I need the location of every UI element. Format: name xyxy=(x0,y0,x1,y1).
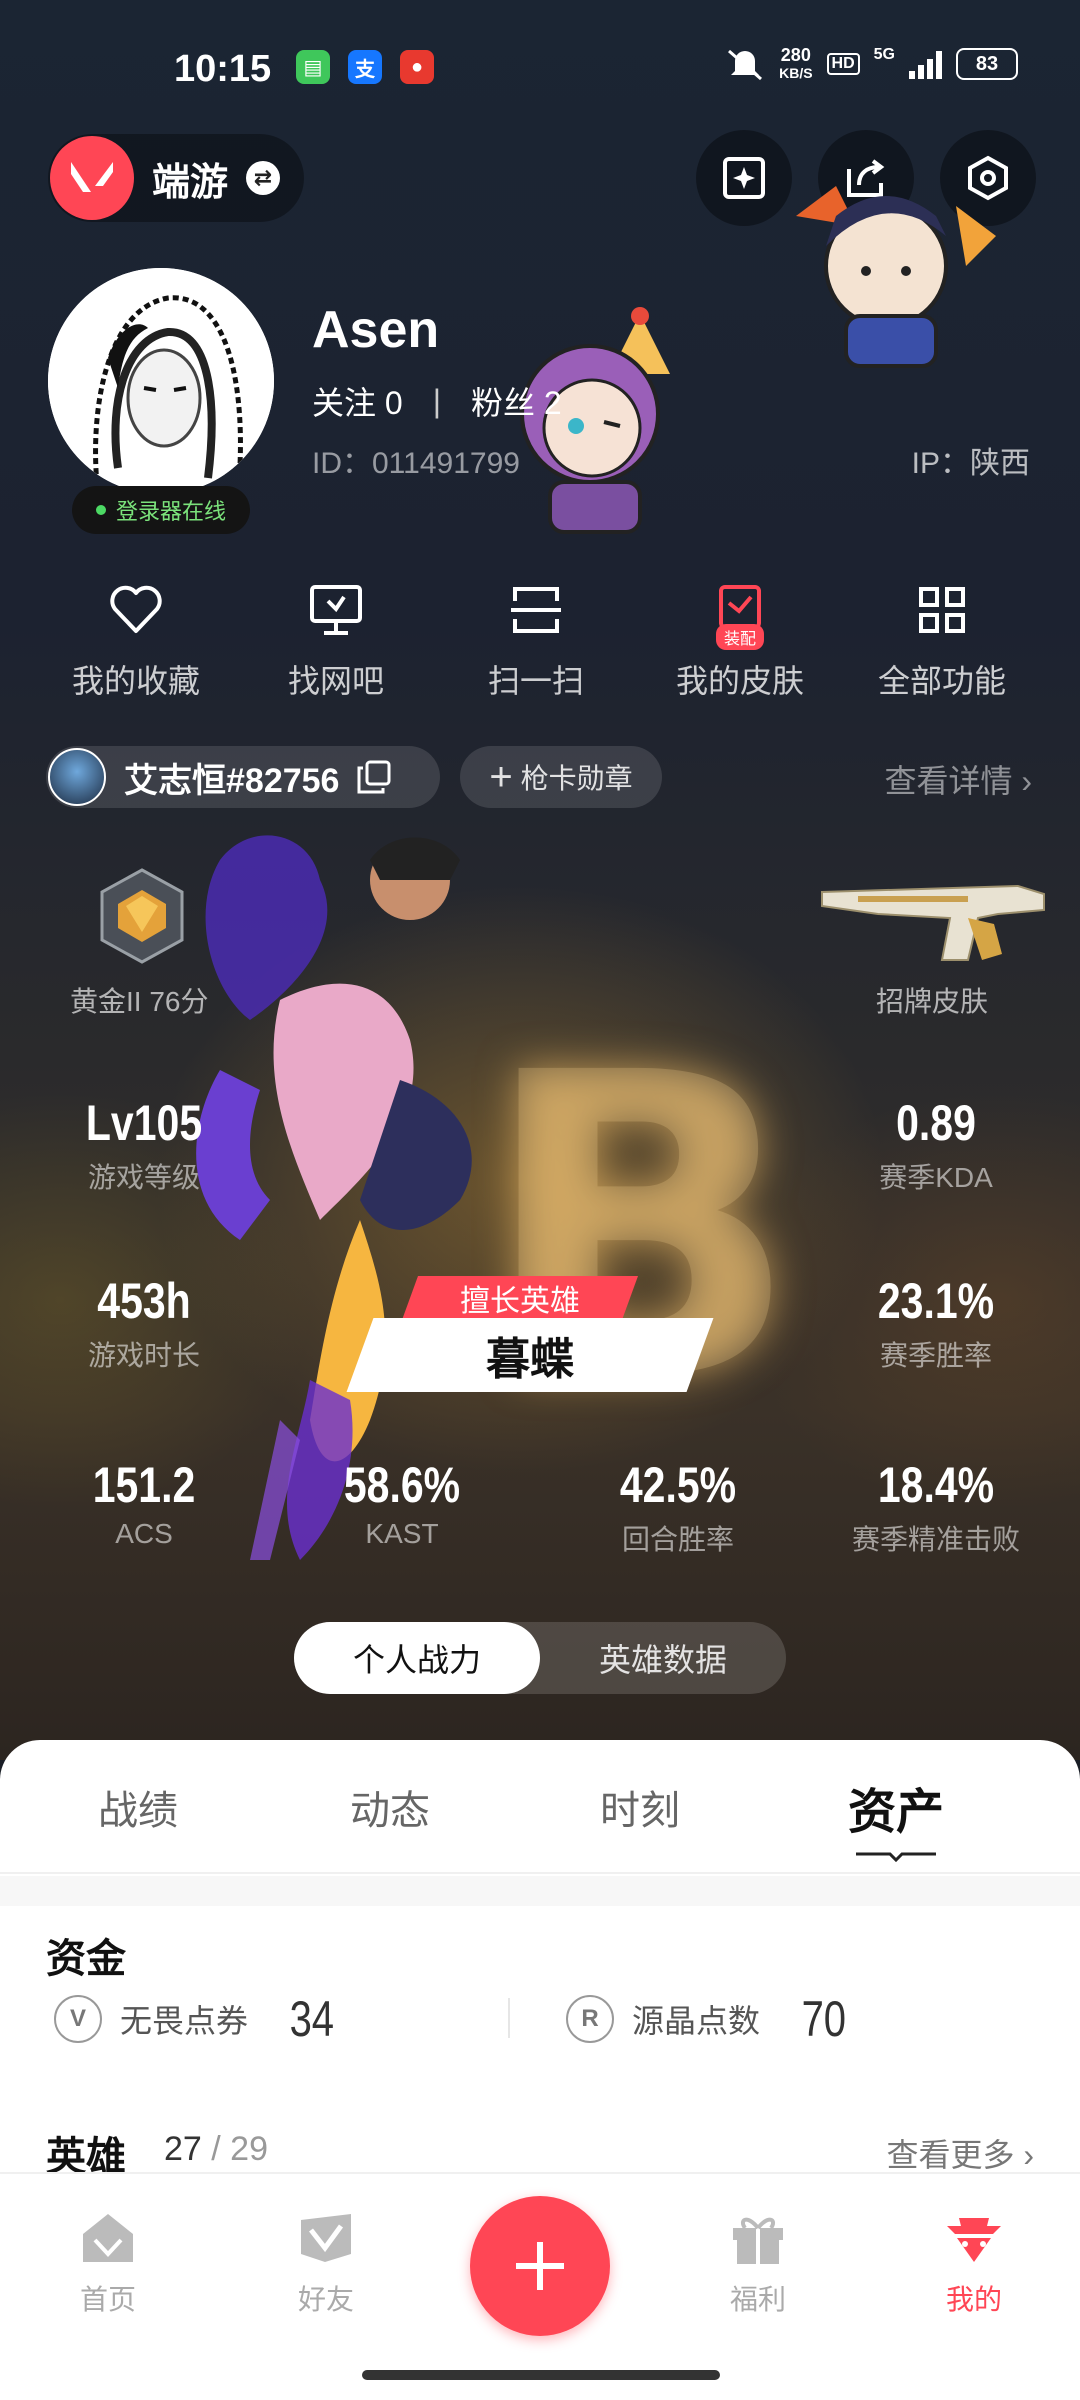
copy-icon[interactable] xyxy=(357,760,391,794)
segment-heroes[interactable]: 英雄数据 xyxy=(540,1622,786,1694)
stat-kda: 0.89 赛季KDA xyxy=(879,1095,993,1193)
heart-icon xyxy=(110,585,162,633)
app-notification-icon: ● xyxy=(400,50,434,84)
profile-tabs: 战绩 动态 时刻 资产 xyxy=(0,1740,1080,1874)
radianite-points-icon: R xyxy=(566,1995,614,2043)
fans-count[interactable]: 粉丝 2 xyxy=(471,378,562,424)
nav-benefits[interactable]: 福利 xyxy=(688,2210,828,2318)
quick-favorites[interactable]: 我的收藏 xyxy=(36,580,236,702)
riot-avatar xyxy=(48,748,106,806)
stat-acs: 151.2 ACS xyxy=(92,1457,196,1549)
friends-icon xyxy=(301,2214,351,2262)
user-id: ID：011491799 xyxy=(312,447,520,480)
quick-all-features[interactable]: 全部功能 xyxy=(842,580,1042,702)
app-switcher[interactable]: 端游 ⇄ xyxy=(48,134,304,222)
chevron-right-icon: › xyxy=(1021,763,1032,799)
nav-home[interactable]: 首页 xyxy=(38,2210,178,2318)
status-bar: 10:15 ▤ 支 ● 280 KB/S HD 5G 83 xyxy=(0,0,1080,120)
follow-row: 关注 0 | 粉丝 2 xyxy=(312,378,562,424)
best-agent-tag[interactable]: 擅长英雄 暮蝶 xyxy=(346,1276,714,1392)
following-count[interactable]: 关注 0 xyxy=(312,378,403,424)
weapon-skin-image[interactable] xyxy=(818,874,1050,964)
valorant-logo-icon xyxy=(50,136,134,220)
quick-scan[interactable]: 扫一扫 xyxy=(436,580,636,702)
plus-icon xyxy=(516,2242,564,2290)
segment-personal[interactable]: 个人战力 xyxy=(294,1622,540,1694)
network-type: 5G xyxy=(873,46,895,63)
section-divider xyxy=(0,1876,1080,1906)
sparkle-card-icon xyxy=(723,157,765,199)
bottom-navigation: 首页 好友 福利 我的 xyxy=(0,2172,1080,2400)
net-speed: 280 KB/S xyxy=(779,45,813,81)
stat-level: Lv105 游戏等级 xyxy=(85,1095,203,1193)
fund-divider xyxy=(508,1998,510,2038)
app-name: 端游 xyxy=(152,161,229,204)
launcher-online-badge: 登录器在线 xyxy=(72,486,251,534)
nav-me[interactable]: 我的 xyxy=(904,2210,1044,2318)
rank-gold-badge-icon xyxy=(100,868,184,964)
stat-kast: 58.6% KAST xyxy=(343,1457,461,1549)
riot-id: 艾志恒#82756 xyxy=(124,761,340,800)
mute-icon xyxy=(728,49,763,81)
plus-icon: + xyxy=(489,754,513,799)
stat-round-win: 42.5% 回合胜率 xyxy=(619,1457,737,1555)
view-detail-link[interactable]: 查看详情 › xyxy=(884,756,1032,802)
nav-friends[interactable]: 好友 xyxy=(256,2210,396,2318)
user-avatar[interactable] xyxy=(48,268,274,494)
stat-winrate: 23.1% 赛季胜率 xyxy=(877,1273,995,1371)
user-ip: IP：陕西 xyxy=(911,447,1030,480)
funds-title: 资金 xyxy=(46,1937,126,1981)
equip-tag: 装配 xyxy=(715,624,765,650)
profile-agent-icon xyxy=(947,2218,1001,2262)
fund-rp: R 源晶点数 70 xyxy=(566,1990,852,2048)
messages-icon: ▤ xyxy=(296,50,330,84)
stats-segmented-control: 个人战力 英雄数据 xyxy=(294,1622,786,1694)
tab-feed[interactable]: 动态 xyxy=(290,1778,490,1836)
grid-icon xyxy=(919,587,965,633)
online-dot xyxy=(96,505,106,515)
vp-value: 34 xyxy=(289,1991,335,2047)
tab-moments[interactable]: 时刻 xyxy=(540,1778,740,1836)
riot-id-pill[interactable]: 艾志恒#82756 xyxy=(46,746,440,808)
home-indicator xyxy=(362,2370,720,2380)
battery-indicator: 83 xyxy=(956,48,1018,80)
quick-actions: 我的收藏 找网吧 扫一扫 装配 我的皮肤 全部功能 xyxy=(0,580,1080,710)
monitor-icon xyxy=(310,585,362,635)
status-time: 10:15 xyxy=(174,48,272,90)
swap-icon: ⇄ xyxy=(246,161,281,195)
home-icon xyxy=(83,2214,133,2262)
alipay-icon: 支 xyxy=(348,50,382,84)
stat-hours: 453h 游戏时长 xyxy=(87,1273,200,1371)
best-agent-name: 暮蝶 xyxy=(486,1335,574,1384)
active-tab-indicator xyxy=(856,1852,936,1862)
username: Asen xyxy=(312,301,440,359)
valorant-points-icon: V xyxy=(54,1995,102,2043)
avatar-sketch-image xyxy=(48,268,274,494)
heroes-count: 27 / 29 xyxy=(164,2130,268,2168)
rank-label: 黄金II 76分 xyxy=(70,986,209,1017)
gift-icon xyxy=(733,2217,783,2264)
tab-assets[interactable]: 资产 xyxy=(796,1772,996,1842)
scan-icon xyxy=(511,587,561,633)
stat-precision: 18.4% 赛季精准击败 xyxy=(851,1457,1020,1555)
see-more-heroes-link[interactable]: 查看更多 › xyxy=(886,2130,1034,2176)
create-post-button[interactable] xyxy=(470,2196,610,2336)
tab-records[interactable]: 战绩 xyxy=(38,1778,238,1836)
skin-label: 招牌皮肤 xyxy=(876,986,989,1017)
fund-vp: V 无畏点券 34 xyxy=(54,1990,340,2048)
quick-my-skins[interactable]: 装配 我的皮肤 xyxy=(640,580,840,702)
best-agent-label: 擅长英雄 xyxy=(460,1285,580,1318)
chibi-sticker-top-right xyxy=(796,186,996,368)
hd-badge: HD xyxy=(826,53,860,75)
card-medal-button[interactable]: + 枪卡勋章 xyxy=(460,746,662,808)
rp-value: 70 xyxy=(801,1991,847,2047)
signal-icon xyxy=(909,49,942,79)
quick-find-cafe[interactable]: 找网吧 xyxy=(236,580,436,702)
chevron-right-icon: › xyxy=(1023,2137,1034,2173)
